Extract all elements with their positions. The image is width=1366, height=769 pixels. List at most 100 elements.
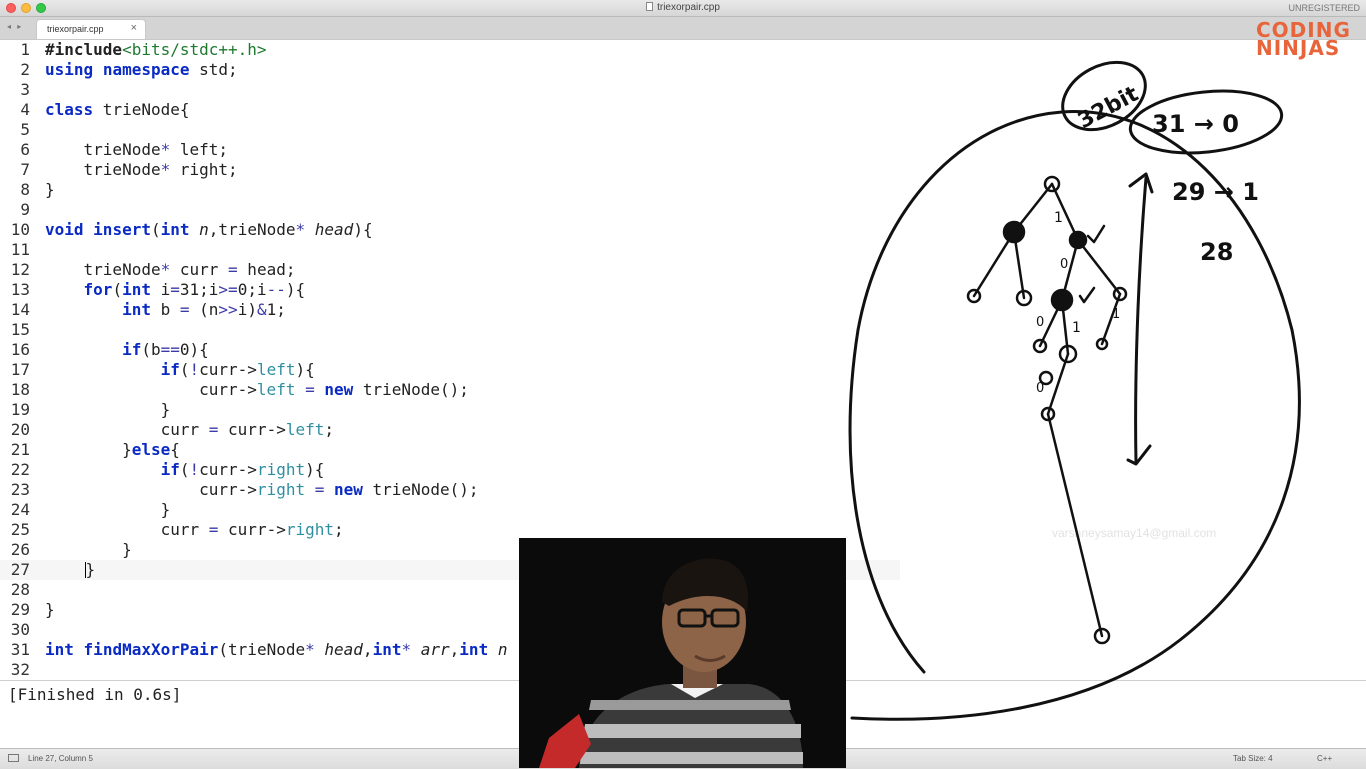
token: { [170, 440, 180, 459]
code-text: if(b==0){ [45, 340, 209, 360]
token: trieNode [45, 160, 161, 179]
token: head; [237, 260, 296, 279]
token: * [160, 140, 171, 159]
token: 31;i [179, 280, 219, 299]
code-text: if(!curr->right){ [45, 460, 325, 480]
code-line: 23 curr->right = new trieNode(); [0, 480, 900, 500]
token: = [305, 480, 334, 499]
syntax-selector[interactable]: C++ [1317, 754, 1332, 763]
token: left; [170, 140, 229, 159]
token: (b [141, 340, 161, 359]
token: curr-> [218, 520, 286, 539]
code-line: 16 if(b==0){ [0, 340, 900, 360]
token: = [208, 420, 219, 439]
token: * [401, 640, 412, 659]
token: i [150, 280, 171, 299]
token: ! [189, 360, 200, 379]
token: using [45, 60, 94, 79]
code-text: } [45, 600, 55, 619]
token: <bits/stdc++.h> [122, 40, 267, 59]
line-number: 26 [10, 540, 30, 559]
token: curr-> [218, 420, 286, 439]
cursor-position: Line 27, Column 5 [28, 754, 93, 763]
panel-toggle-icon[interactable] [8, 754, 19, 762]
code-line: 1 #include<bits/stdc++.h> [0, 40, 900, 60]
line-number: 18 [10, 380, 30, 399]
line-number: 20 [10, 420, 30, 439]
line-number: 28 [10, 580, 30, 599]
token: * [160, 260, 171, 279]
token: ( [179, 460, 190, 479]
code-line: 19 } [0, 400, 900, 420]
code-text: } [45, 180, 55, 199]
token: new [334, 480, 363, 499]
token: curr [160, 420, 209, 439]
token: ( [150, 220, 161, 239]
code-text: }else{ [45, 440, 180, 460]
code-line: 11 [0, 240, 900, 260]
token: curr-> [199, 380, 257, 399]
token: 0;i [237, 280, 267, 299]
token: n [497, 640, 508, 659]
token: } [85, 560, 96, 579]
token: n [199, 220, 209, 239]
token: right [256, 480, 306, 499]
code-line: 25 curr = curr->right; [0, 520, 900, 540]
line-number: 32 [10, 660, 30, 679]
code-text: for(int i=31;i>=0;i--){ [45, 280, 306, 300]
code-text: int b = (n>>i)&1; [45, 300, 286, 320]
tab-triexorpair[interactable]: triexorpair.cpp × [36, 19, 146, 39]
line-number: 17 [10, 360, 30, 379]
token: 1; [266, 300, 286, 319]
line-number: 4 [20, 100, 30, 119]
token: 0){ [179, 340, 209, 359]
token: trieNode [45, 260, 161, 279]
code-line: 13 for(int i=31;i>=0;i--){ [0, 280, 900, 300]
tab-nav-arrows-icon[interactable]: ◂ ▸ [7, 22, 23, 31]
token: left [256, 380, 296, 399]
token: & [256, 300, 267, 319]
line-number: 1 [20, 40, 30, 59]
token: right [285, 520, 335, 539]
line-number: 25 [10, 520, 30, 539]
token: head [324, 640, 363, 659]
token: } [160, 500, 171, 519]
token: left [285, 420, 325, 439]
token: ; [334, 520, 344, 539]
token: ,trieNode [208, 220, 296, 239]
line-number: 19 [10, 400, 30, 419]
window-title-text: triexorpair.cpp [657, 2, 720, 13]
file-icon [646, 2, 654, 11]
token: int [459, 640, 489, 659]
tab-size-selector[interactable]: Tab Size: 4 [1233, 754, 1273, 763]
token: curr-> [199, 460, 257, 479]
token: = [208, 520, 219, 539]
code-text: curr = curr->left; [45, 420, 334, 440]
token: class [45, 100, 94, 119]
token: i) [237, 300, 257, 319]
token: int [122, 300, 151, 319]
token: trieNode{ [93, 100, 190, 119]
token: = [295, 380, 325, 399]
token: insert [93, 220, 151, 239]
token: std; [189, 60, 238, 79]
token: else [131, 440, 171, 459]
token: namespace [102, 60, 190, 79]
token: = [228, 260, 238, 279]
code-text: curr = curr->right; [45, 520, 344, 540]
line-number: 29 [10, 600, 30, 619]
code-line: 2 using namespace std; [0, 60, 900, 80]
unregistered-label: UNREGISTERED [1288, 3, 1360, 13]
token: ( [179, 360, 190, 379]
token: = [170, 280, 180, 299]
line-number: 8 [20, 180, 30, 199]
code-line: 22 if(!curr->right){ [0, 460, 900, 480]
token: trieNode [45, 140, 161, 159]
tab-close-icon[interactable]: × [131, 22, 137, 34]
code-line: 4 class trieNode{ [0, 100, 900, 120]
token: for [83, 280, 113, 299]
token: new [324, 380, 354, 399]
code-text: void insert(int n,trieNode* head){ [45, 220, 373, 240]
line-number: 31 [10, 640, 30, 659]
code-line: 14 int b = (n>>i)&1; [0, 300, 900, 320]
